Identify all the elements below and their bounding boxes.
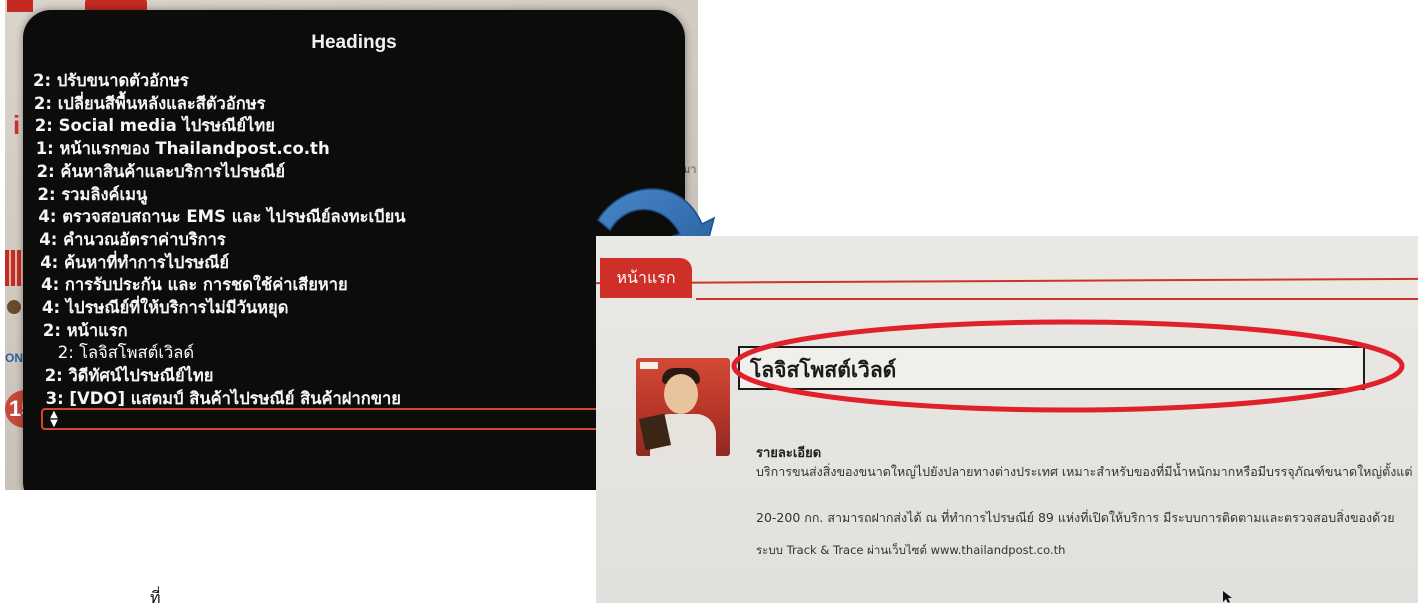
- mouse-pointer-icon: [1223, 591, 1232, 603]
- background-icon-fragment: [7, 300, 21, 314]
- up-down-arrows-icon: ▲ ▼: [50, 409, 58, 429]
- detail-line: ระบบ Track & Trace ผ่านเว็บไซต์ www.thai…: [756, 543, 1066, 557]
- header-divider: [596, 277, 1418, 285]
- rotor-selection-highlight: [41, 408, 681, 430]
- highlight-ellipse: [731, 319, 1405, 413]
- heading-item[interactable]: 1: หน้าแรกของ Thailandpost.co.th: [36, 136, 330, 160]
- heading-item[interactable]: 2: หน้าแรก: [43, 318, 128, 342]
- background-banner-strip: [5, 250, 23, 286]
- thumbnail-logo: [640, 362, 658, 369]
- background-red-letter: i: [13, 110, 21, 140]
- tab-home[interactable]: หน้าแรก: [600, 258, 692, 298]
- background-logo-fragment: [7, 0, 33, 12]
- heading-item[interactable]: 2: ค้นหาสินค้าและบริการไปรษณีย์: [37, 159, 285, 183]
- heading-item[interactable]: 2: เปลี่ยนสีพื้นหลังและสีตัวอักษร: [34, 91, 266, 115]
- heading-item[interactable]: 2: รวมลิงค์เมนู: [38, 182, 148, 206]
- headings-rotor-panel: Headings ▲ ▼ 2: ปรับขนาดตัวอักษร 2: เปลี่ย…: [23, 10, 685, 490]
- presenter-thumbnail[interactable]: [636, 358, 730, 456]
- detail-line: บริการขนส่งสิ่งของขนาดใหญ่ไปยังปลายทางต่…: [756, 464, 1413, 479]
- heading-item[interactable]: 4: ค้นหาที่ทำการไปรษณีย์: [40, 250, 229, 274]
- heading-item[interactable]: 4: คำนวณอัตราค่าบริการ: [39, 227, 226, 251]
- heading-item[interactable]: 3: [VDO] แสตมป์ สินค้าไปรษณีย์ สินค้าฝาก…: [46, 386, 401, 410]
- heading-item[interactable]: 4: ตรวจสอบสถานะ EMS และ ไปรษณีย์ลงทะเบีย…: [38, 204, 405, 228]
- detail-title: รายละเอียด: [756, 446, 822, 461]
- thumbnail-face: [664, 374, 698, 414]
- webpage-screenshot-photo: หน้าแรก โลจิสโพสต์เวิลด์ รายละเอียด บริก…: [596, 236, 1418, 603]
- heading-item[interactable]: 2: Social media ไปรษณีย์ไทย: [35, 113, 275, 137]
- heading-item[interactable]: 4: ไปรษณีย์ที่ให้บริการไม่มีวันหยุด: [42, 295, 288, 319]
- rotor-title: Headings: [311, 32, 397, 53]
- heading-item[interactable]: 2: ปรับขนาดตัวอักษร: [33, 68, 189, 92]
- tab-underline: [696, 298, 1418, 300]
- heading-item[interactable]: 4: การรับประกัน และ การชดใช้ค่าเสียหาย: [41, 272, 348, 296]
- heading-item-selected[interactable]: 2: โลจิสโพสต์เวิลด์: [58, 340, 194, 364]
- caption-fragment: ที่: [150, 588, 161, 603]
- heading-item[interactable]: 2: วิดีทัศน์ไปรษณีย์ไทย: [45, 363, 214, 387]
- detail-line: 20-200 กก. สามารถฝากส่งได้ ณ ที่ทำการไปร…: [756, 510, 1395, 525]
